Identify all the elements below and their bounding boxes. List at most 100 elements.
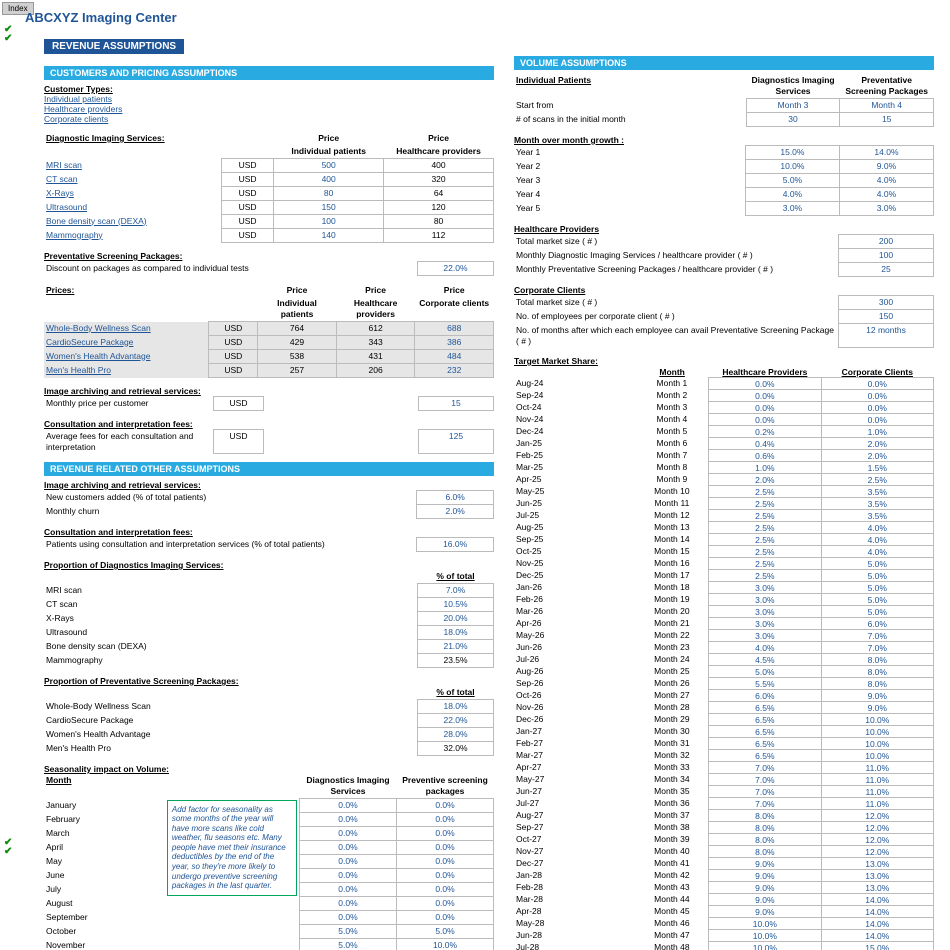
share-hcp-value[interactable]: 6.5% (709, 750, 821, 762)
season-diag-value[interactable]: 0.0% (299, 911, 396, 925)
corp-market-value[interactable]: 300 (839, 296, 934, 310)
price-individual[interactable]: 538 (258, 350, 337, 364)
service-name[interactable]: Bone density scan (DEXA) (44, 215, 221, 229)
season-diag-value[interactable]: 0.0% (299, 883, 396, 897)
patients-using-value[interactable]: 16.0% (417, 538, 494, 552)
share-corp-value[interactable]: 5.0% (821, 606, 933, 618)
share-corp-value[interactable]: 14.0% (821, 906, 933, 918)
share-corp-value[interactable]: 10.0% (821, 738, 933, 750)
scans-diag-value[interactable]: 30 (746, 113, 840, 127)
price-individual[interactable]: 429 (258, 336, 337, 350)
share-hcp-value[interactable]: 6.5% (709, 702, 821, 714)
price-corporate[interactable]: 386 (415, 336, 494, 350)
share-corp-value[interactable]: 13.0% (821, 858, 933, 870)
package-name[interactable]: Men's Health Pro (44, 364, 209, 378)
customer-type-link[interactable]: Corporate clients (44, 114, 494, 124)
months-avail-value[interactable]: 12 months (839, 324, 934, 348)
season-diag-value[interactable]: 0.0% (299, 897, 396, 911)
service-name[interactable]: X-Rays (44, 187, 221, 201)
share-corp-value[interactable]: 2.5% (821, 474, 933, 486)
price-corporate[interactable]: 688 (415, 322, 494, 336)
growth-diag-value[interactable]: 10.0% (745, 160, 839, 174)
price-hcp[interactable]: 343 (336, 336, 415, 350)
growth-prev-value[interactable]: 4.0% (839, 188, 933, 202)
share-hcp-value[interactable]: 2.5% (709, 570, 821, 582)
share-hcp-value[interactable]: 3.0% (709, 630, 821, 642)
price-hcp[interactable]: 612 (336, 322, 415, 336)
item-value[interactable]: 7.0% (418, 584, 494, 598)
share-hcp-value[interactable]: 2.0% (709, 474, 821, 486)
season-diag-value[interactable]: 5.0% (299, 925, 396, 939)
share-hcp-value[interactable]: 7.0% (709, 786, 821, 798)
share-corp-value[interactable]: 4.0% (821, 546, 933, 558)
season-prev-value[interactable]: 0.0% (397, 813, 494, 827)
price-hcp[interactable]: 320 (384, 173, 494, 187)
share-corp-value[interactable]: 5.0% (821, 594, 933, 606)
share-corp-value[interactable]: 9.0% (821, 690, 933, 702)
share-hcp-value[interactable]: 2.5% (709, 558, 821, 570)
price-individual[interactable]: 257 (258, 364, 337, 378)
item-value[interactable]: 23.5% (418, 654, 494, 668)
package-name[interactable]: CardioSecure Package (44, 336, 209, 350)
share-corp-value[interactable]: 5.0% (821, 558, 933, 570)
share-corp-value[interactable]: 3.5% (821, 498, 933, 510)
share-hcp-value[interactable]: 6.5% (709, 738, 821, 750)
service-name[interactable]: Ultrasound (44, 201, 221, 215)
share-hcp-value[interactable]: 1.0% (709, 462, 821, 474)
share-corp-value[interactable]: 14.0% (821, 918, 933, 930)
share-corp-value[interactable]: 12.0% (821, 822, 933, 834)
share-hcp-value[interactable]: 6.5% (709, 726, 821, 738)
season-prev-value[interactable]: 0.0% (397, 897, 494, 911)
share-corp-value[interactable]: 12.0% (821, 834, 933, 846)
season-diag-value[interactable]: 0.0% (299, 841, 396, 855)
item-value[interactable]: 18.0% (418, 700, 494, 714)
share-corp-value[interactable]: 11.0% (821, 786, 933, 798)
share-hcp-value[interactable]: 3.0% (709, 618, 821, 630)
price-hcp[interactable]: 80 (384, 215, 494, 229)
share-corp-value[interactable]: 4.0% (821, 534, 933, 546)
share-corp-value[interactable]: 4.0% (821, 522, 933, 534)
start-diag-value[interactable]: Month 3 (746, 99, 840, 113)
price-individual[interactable]: 500 (274, 159, 384, 173)
monthly-prev-hcp-value[interactable]: 25 (839, 263, 934, 277)
share-hcp-value[interactable]: 3.0% (709, 582, 821, 594)
share-hcp-value[interactable]: 0.0% (709, 402, 821, 414)
share-hcp-value[interactable]: 2.5% (709, 486, 821, 498)
share-corp-value[interactable]: 12.0% (821, 810, 933, 822)
season-prev-value[interactable]: 0.0% (397, 869, 494, 883)
share-corp-value[interactable]: 0.0% (821, 414, 933, 426)
discount-value[interactable]: 22.0% (417, 262, 493, 276)
share-corp-value[interactable]: 8.0% (821, 678, 933, 690)
growth-prev-value[interactable]: 4.0% (839, 174, 933, 188)
monthly-diag-hcp-value[interactable]: 100 (839, 249, 934, 263)
share-hcp-value[interactable]: 5.0% (709, 666, 821, 678)
share-hcp-value[interactable]: 9.0% (709, 882, 821, 894)
emp-per-corp-value[interactable]: 150 (839, 310, 934, 324)
share-hcp-value[interactable]: 0.0% (709, 414, 821, 426)
growth-prev-value[interactable]: 14.0% (839, 146, 933, 160)
service-name[interactable]: Mammography (44, 229, 221, 243)
share-hcp-value[interactable]: 2.5% (709, 546, 821, 558)
share-corp-value[interactable]: 0.0% (821, 402, 933, 414)
item-value[interactable]: 22.0% (418, 714, 494, 728)
share-hcp-value[interactable]: 10.0% (709, 942, 821, 950)
share-hcp-value[interactable]: 9.0% (709, 906, 821, 918)
season-prev-value[interactable]: 0.0% (397, 855, 494, 869)
item-value[interactable]: 18.0% (418, 626, 494, 640)
price-individual[interactable]: 100 (274, 215, 384, 229)
share-hcp-value[interactable]: 2.5% (709, 534, 821, 546)
avg-fees-value[interactable]: 125 (419, 430, 494, 454)
season-prev-value[interactable]: 0.0% (397, 799, 494, 813)
price-corporate[interactable]: 232 (415, 364, 494, 378)
share-hcp-value[interactable]: 3.0% (709, 594, 821, 606)
share-hcp-value[interactable]: 8.0% (709, 834, 821, 846)
share-hcp-value[interactable]: 10.0% (709, 930, 821, 942)
season-prev-value[interactable]: 5.0% (397, 925, 494, 939)
price-hcp[interactable]: 64 (384, 187, 494, 201)
price-hcp[interactable]: 112 (384, 229, 494, 243)
share-hcp-value[interactable]: 2.5% (709, 498, 821, 510)
season-diag-value[interactable]: 0.0% (299, 799, 396, 813)
share-corp-value[interactable]: 10.0% (821, 726, 933, 738)
price-individual[interactable]: 80 (274, 187, 384, 201)
share-corp-value[interactable]: 7.0% (821, 642, 933, 654)
